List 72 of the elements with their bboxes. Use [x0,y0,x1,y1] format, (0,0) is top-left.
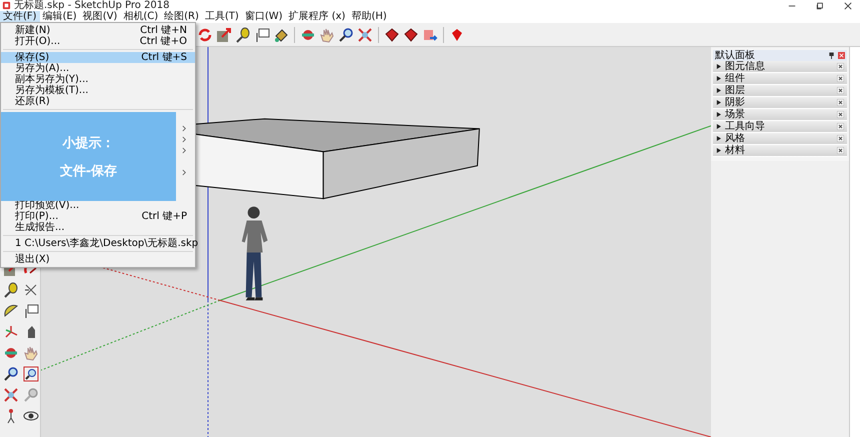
close-icon[interactable] [844,2,852,10]
expand-triangle-icon [716,64,721,69]
orbit-icon[interactable] [3,345,19,361]
submenu-chevron-icon [182,169,187,176]
tray-panel-header[interactable]: 材料 [713,145,847,157]
tray-panel-header[interactable]: 组件 [713,73,847,85]
menu-item[interactable]: 扩展程序 (x) [286,11,348,23]
menu-item[interactable]: 帮助(H) [348,11,390,23]
menu-item[interactable]: 打开(O)... Ctrl 键+O [1,36,195,47]
tray-panel-header[interactable]: 工具向导 [713,121,847,133]
zoom-window-icon[interactable] [23,366,39,382]
menu-item[interactable]: 打印(P)... Ctrl 键+P [1,211,195,222]
tape-measure-icon[interactable] [3,282,19,298]
expand-triangle-icon [716,148,721,153]
menu-item[interactable]: 工具(T) [202,11,242,23]
dimension-icon[interactable] [23,282,39,298]
window-title: 无标题.skp - SketchUp Pro 2018 [14,0,170,11]
paint-bucket-icon[interactable] [273,26,289,42]
menu-item[interactable]: 新建(N) Ctrl 键+N [1,25,195,36]
zoom-icon[interactable] [3,366,19,382]
maximize-icon[interactable] [816,2,824,10]
menu-item[interactable]: 保存(S) Ctrl 键+S [1,52,195,63]
pin-icon[interactable] [828,52,835,59]
expand-triangle-icon [716,76,721,81]
tray-panel-header[interactable]: 阴影 [713,97,847,109]
menu-item[interactable]: 生成报告... [1,222,195,233]
tape-measure-icon[interactable] [235,26,251,42]
close-icon[interactable] [837,135,844,142]
axes-icon[interactable] [3,324,19,340]
scale-icon[interactable] [216,26,232,42]
expand-triangle-icon [716,112,721,117]
menu-item[interactable]: 文件(F) [0,11,40,23]
close-icon[interactable] [837,87,844,94]
expand-triangle-icon [716,124,721,129]
expand-triangle-icon [716,136,721,141]
tray-panel-header[interactable]: 图元信息 [713,61,847,73]
text-label-icon[interactable] [254,26,270,42]
menu-item[interactable]: 1 C:\Users\李鑫龙\Desktop\无标题.skp [1,238,195,249]
tray-panel-header[interactable]: 图层 [713,85,847,97]
menu-item[interactable]: 另存为模板(T)... [1,85,195,96]
close-icon[interactable] [837,63,844,70]
expand-triangle-icon [716,88,721,93]
menu-item[interactable]: 副本另存为(Y)... [1,74,195,85]
text-label-icon[interactable] [23,303,39,319]
menu-item[interactable]: 视图(V) [80,11,120,23]
menu-item[interactable]: 退出(X) [1,254,195,265]
ruby-icon[interactable] [449,26,465,42]
gem-icon[interactable] [384,26,400,42]
menu-item[interactable]: 另存为(A)... [1,63,195,74]
tray-panel-header[interactable]: 场景 [713,109,847,121]
refresh-icon[interactable] [197,26,213,42]
menu-item[interactable]: 窗口(W) [242,11,286,23]
protractor-icon[interactable] [3,303,19,319]
tip-text: 文件-保存 [60,162,118,180]
gem-icon[interactable] [403,26,419,42]
menu-item[interactable]: 绘图(R) [161,11,202,23]
tip-text: 小提示： [62,134,114,152]
tray-panel-header[interactable]: 风格 [713,133,847,145]
menu-item[interactable]: 编辑(E) [40,11,80,23]
close-icon[interactable] [837,111,844,118]
close-icon[interactable] [837,147,844,154]
zoom-icon[interactable] [338,26,354,42]
close-icon[interactable] [837,123,844,130]
menu-item[interactable]: 还原(R) [1,96,195,107]
expand-triangle-icon [716,100,721,105]
tray-title: 默认面板 [715,50,755,61]
zoom-extents-icon[interactable] [357,26,373,42]
zoom-extents-icon[interactable] [3,387,19,403]
menu-item[interactable]: 相机(C) [120,11,162,23]
close-icon[interactable] [837,99,844,106]
hand-icon[interactable] [23,345,39,361]
close-icon[interactable] [837,75,844,82]
